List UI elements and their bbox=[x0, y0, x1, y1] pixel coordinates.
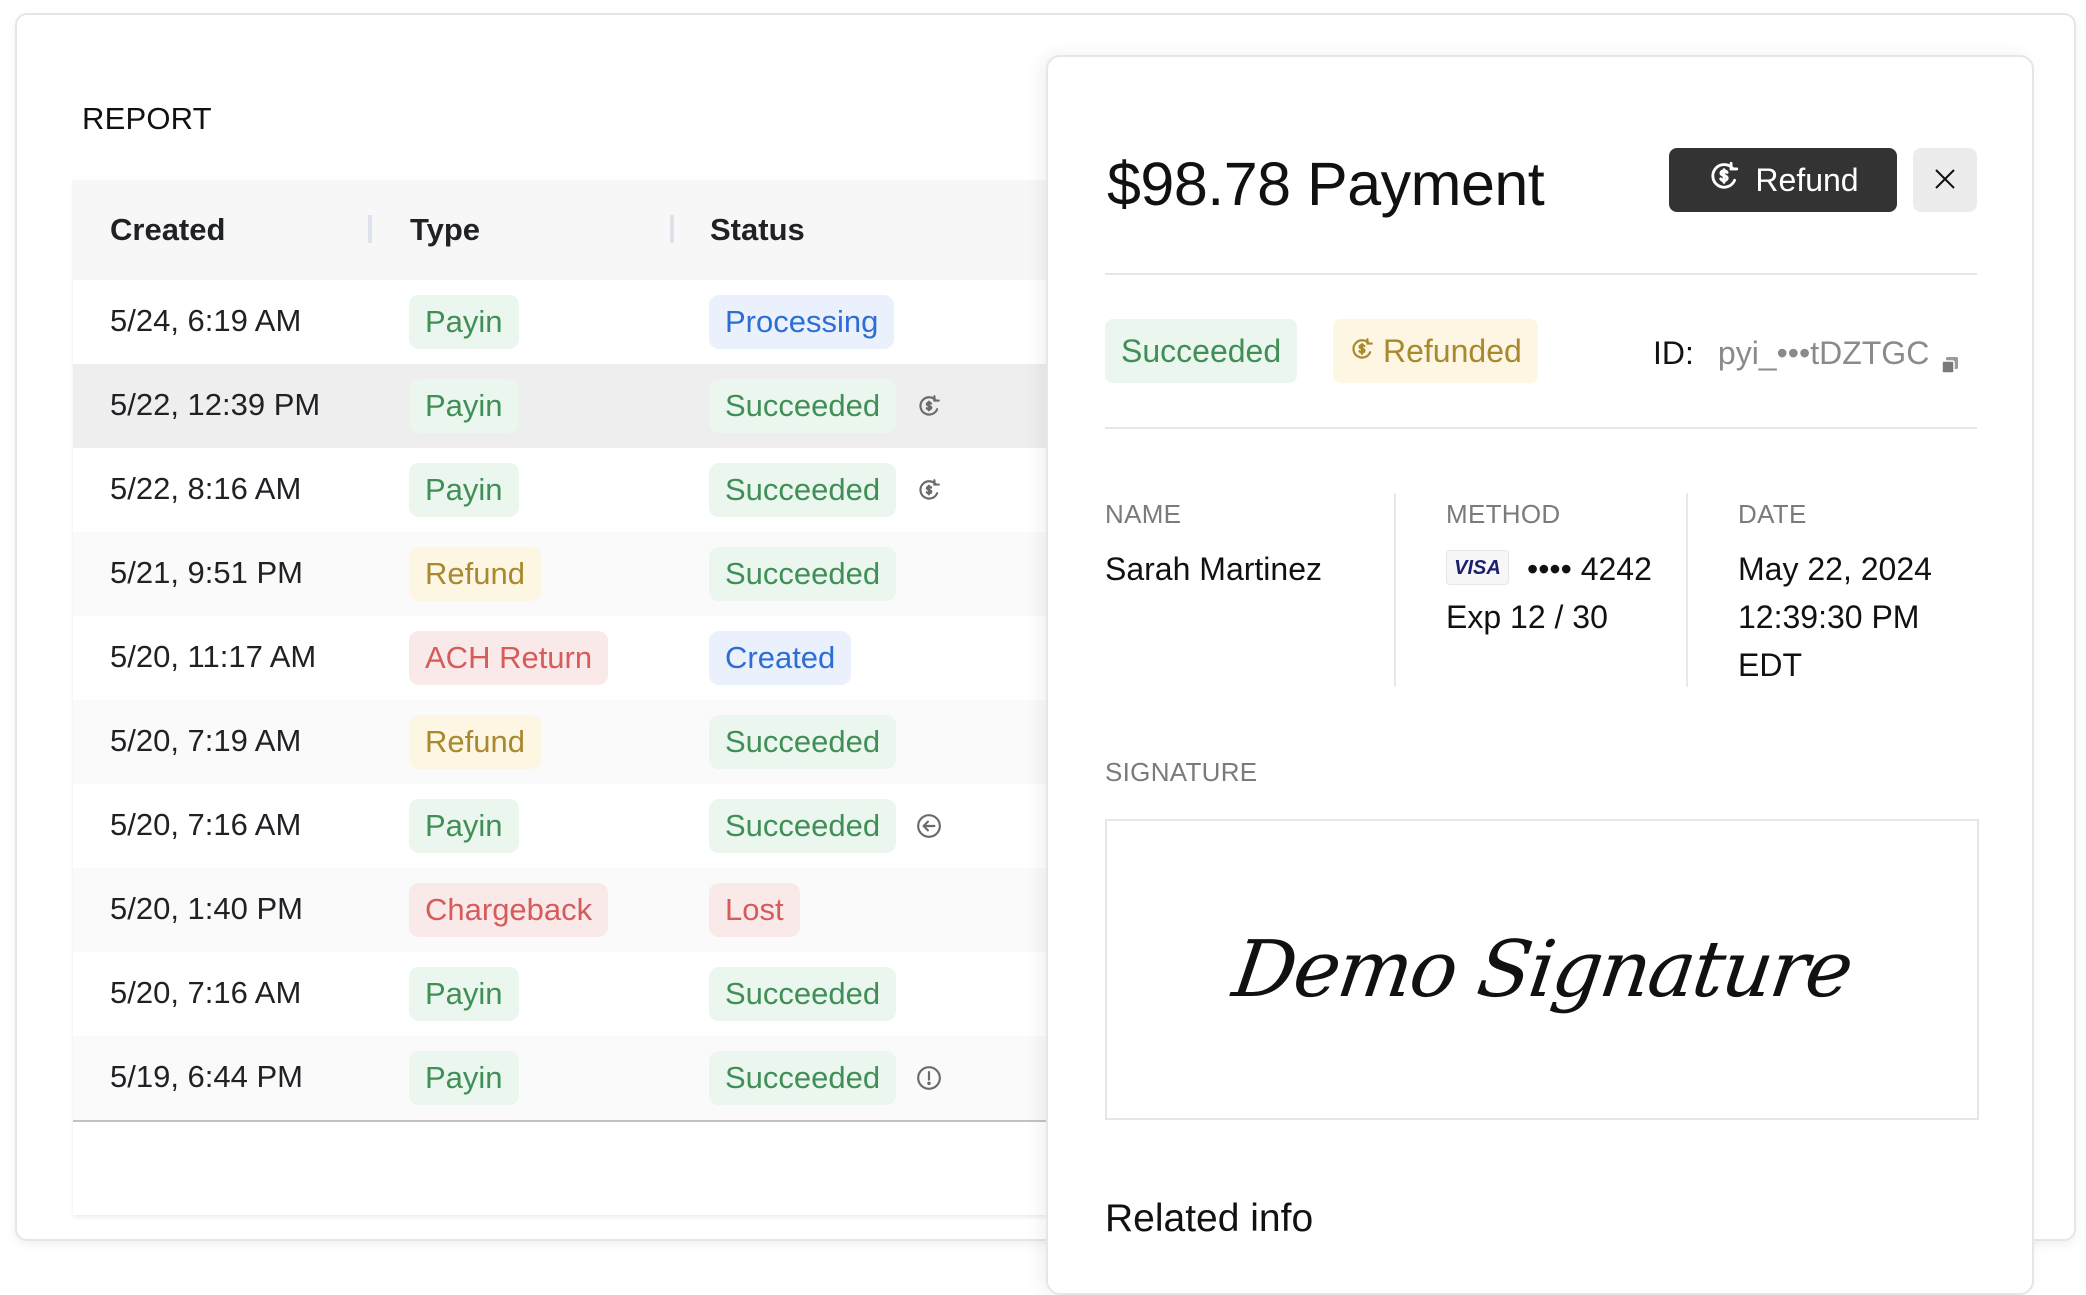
table-header: Created Type Status bbox=[73, 180, 1073, 280]
visa-icon: VISA bbox=[1446, 550, 1509, 586]
date-time: 12:39:30 PM bbox=[1738, 599, 1920, 635]
copy-icon[interactable] bbox=[1941, 345, 1959, 374]
refund-button[interactable]: Refund bbox=[1669, 148, 1897, 212]
status-badge: Succeeded bbox=[709, 547, 897, 601]
type-badge: Refund bbox=[409, 547, 541, 601]
created-cell: 5/20, 7:19 AM bbox=[110, 723, 302, 758]
card-number: •••• 4242 bbox=[1527, 551, 1652, 587]
name-label: NAME bbox=[1105, 499, 1182, 529]
table-row[interactable]: 5/24, 6:19 AM Payin Processing bbox=[73, 280, 1073, 364]
status-badge: Created bbox=[709, 631, 852, 685]
related-info-heading: Related info bbox=[1105, 1197, 1314, 1240]
type-badge: Payin bbox=[409, 1051, 519, 1105]
transactions-table: Created Type Status 5/24, 6:19 AM Payin Pr… bbox=[73, 180, 1073, 1215]
status-badge: Succeeded bbox=[709, 799, 897, 853]
date-timezone: EDT bbox=[1738, 647, 1802, 683]
column-divider bbox=[1686, 493, 1688, 687]
created-cell: 5/22, 12:39 PM bbox=[110, 387, 321, 422]
table-row[interactable]: 5/22, 8:16 AM Payin Succeeded bbox=[73, 448, 1073, 532]
customer-name: Sarah Martinez bbox=[1105, 551, 1322, 587]
table-row[interactable]: 5/20, 7:16 AM Payin Succeeded bbox=[73, 952, 1073, 1036]
signature-image: Demo Signature bbox=[1227, 924, 1857, 1015]
refund-icon bbox=[916, 477, 942, 503]
close-button[interactable] bbox=[1913, 148, 1977, 212]
status-badge: Succeeded bbox=[709, 463, 897, 517]
table-bottom-border bbox=[73, 1120, 1073, 1122]
refund-icon bbox=[1707, 159, 1741, 201]
id-value: pyi_•••tDZTGC bbox=[1717, 335, 1930, 371]
payment-title: $98.78 Payment bbox=[1107, 150, 1545, 218]
date-day: May 22, 2024 bbox=[1738, 551, 1932, 587]
type-badge: Payin bbox=[409, 799, 519, 853]
status-badge: Succeeded bbox=[709, 715, 897, 769]
column-divider bbox=[1394, 493, 1396, 687]
payment-detail-panel: $98.78 Payment Refund Succeeded Refunded… bbox=[1046, 55, 2034, 1295]
close-icon bbox=[1934, 168, 1956, 193]
payment-id: ID: pyi_•••tDZTGC bbox=[1653, 335, 1959, 374]
table-row[interactable]: 5/22, 12:39 PM Payin Succeeded bbox=[73, 364, 1073, 448]
details-divider bbox=[1105, 427, 1977, 429]
signature-label: SIGNATURE bbox=[1105, 757, 1258, 787]
created-cell: 5/21, 9:51 PM bbox=[110, 555, 304, 590]
card-line: VISA •••• 4242 bbox=[1446, 545, 1652, 593]
refunded-badge-label: Refunded bbox=[1383, 333, 1522, 369]
status-badge: Succeeded bbox=[709, 967, 897, 1021]
type-badge: Payin bbox=[409, 967, 519, 1021]
status-badge: Succeeded bbox=[709, 379, 897, 433]
type-badge: Chargeback bbox=[409, 883, 609, 937]
method-label: METHOD bbox=[1446, 499, 1561, 529]
column-header-created[interactable]: Created bbox=[110, 212, 225, 248]
created-cell: 5/20, 7:16 AM bbox=[110, 975, 302, 1010]
report-title: REPORT bbox=[82, 101, 212, 136]
table-row[interactable]: 5/19, 6:44 PM Payin Succeeded bbox=[73, 1036, 1073, 1120]
id-label: ID: bbox=[1653, 335, 1694, 371]
signature-box: Demo Signature bbox=[1105, 819, 1979, 1120]
table-row[interactable]: 5/20, 11:17 AM ACH Return Created bbox=[73, 616, 1073, 700]
return-arrow-icon bbox=[916, 813, 942, 839]
refund-icon bbox=[916, 393, 942, 419]
status-badge-label: Succeeded bbox=[1121, 333, 1282, 369]
created-cell: 5/20, 1:40 PM bbox=[110, 891, 304, 926]
refund-icon bbox=[1349, 319, 1375, 383]
refunded-badge: Refunded bbox=[1333, 319, 1538, 383]
table-row[interactable]: 5/20, 1:40 PM Chargeback Lost bbox=[73, 868, 1073, 952]
type-badge: Refund bbox=[409, 715, 541, 769]
type-badge: Payin bbox=[409, 463, 519, 517]
created-cell: 5/24, 6:19 AM bbox=[110, 303, 302, 338]
table-row[interactable]: 5/21, 9:51 PM Refund Succeeded bbox=[73, 532, 1073, 616]
column-header-status[interactable]: Status bbox=[710, 212, 805, 248]
status-badge: Succeeded bbox=[709, 1051, 897, 1105]
refund-button-label: Refund bbox=[1755, 161, 1859, 198]
card-expiry: Exp 12 / 30 bbox=[1446, 599, 1608, 635]
status-badge: Processing bbox=[709, 295, 895, 349]
type-badge: ACH Return bbox=[409, 631, 609, 685]
created-cell: 5/19, 6:44 PM bbox=[110, 1059, 304, 1094]
created-cell: 5/22, 8:16 AM bbox=[110, 471, 302, 506]
column-resize-handle[interactable] bbox=[368, 215, 372, 243]
created-cell: 5/20, 11:17 AM bbox=[110, 639, 317, 674]
alert-icon bbox=[916, 1065, 942, 1091]
date-label: DATE bbox=[1738, 499, 1807, 529]
type-badge: Payin bbox=[409, 379, 519, 433]
column-resize-handle[interactable] bbox=[670, 215, 674, 243]
type-badge: Payin bbox=[409, 295, 519, 349]
column-header-type[interactable]: Type bbox=[410, 212, 480, 248]
status-badge: Succeeded bbox=[1105, 319, 1298, 383]
status-badge: Lost bbox=[709, 883, 800, 937]
header-divider bbox=[1105, 273, 1977, 275]
table-row[interactable]: 5/20, 7:16 AM Payin Succeeded bbox=[73, 784, 1073, 868]
table-row[interactable]: 5/20, 7:19 AM Refund Succeeded bbox=[73, 700, 1073, 784]
created-cell: 5/20, 7:16 AM bbox=[110, 807, 302, 842]
